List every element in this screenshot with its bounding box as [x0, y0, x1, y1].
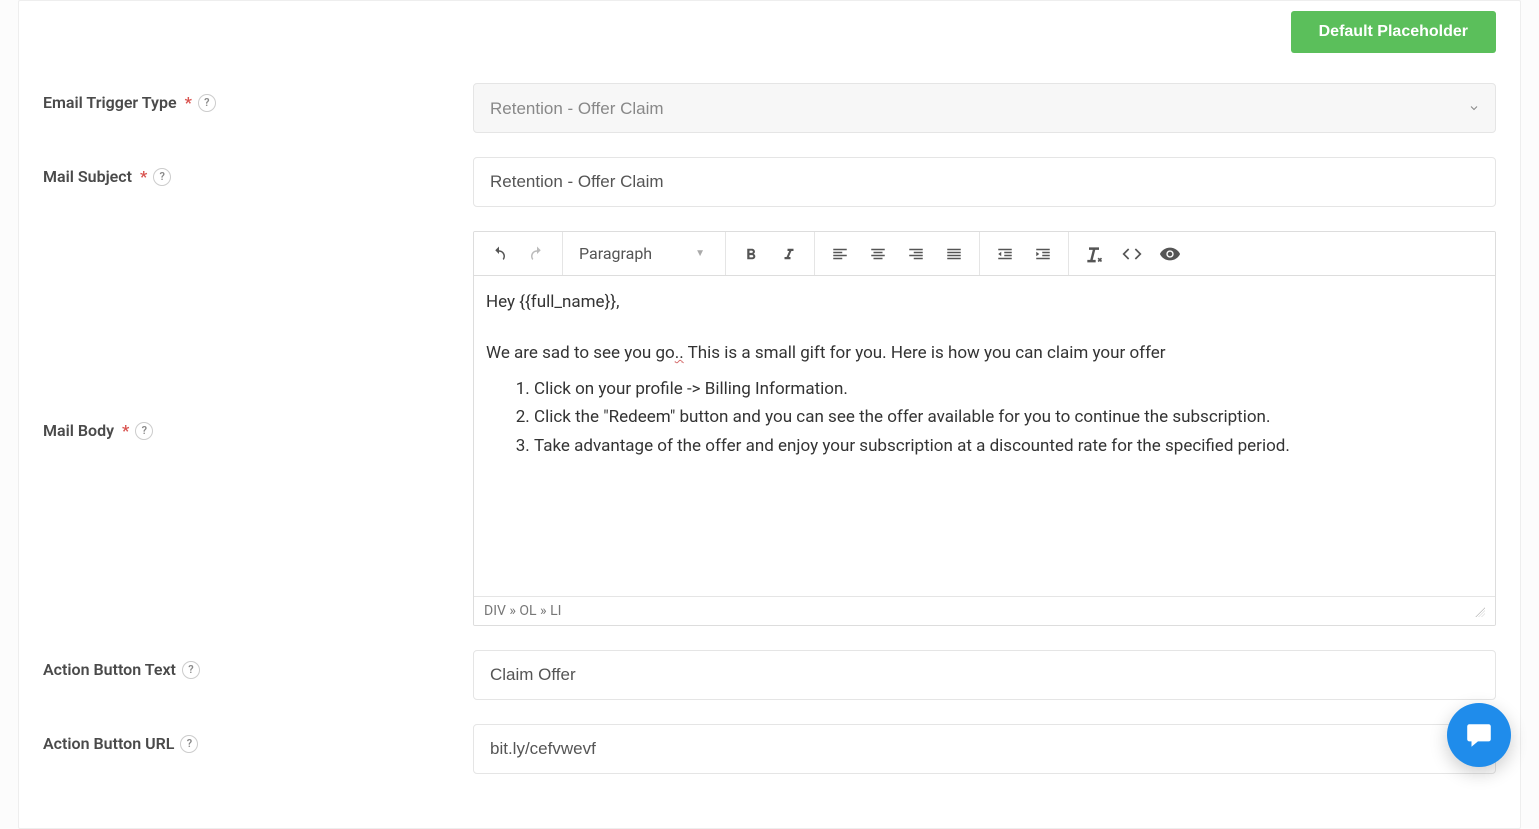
help-icon[interactable]: ?: [198, 94, 216, 112]
editor-toolbar: Paragraph ▼: [474, 232, 1495, 276]
mail-subject-label-text: Mail Subject: [43, 167, 132, 186]
resize-grip-icon[interactable]: [1473, 605, 1485, 617]
action-text-label-text: Action Button Text: [43, 660, 176, 679]
help-icon[interactable]: ?: [135, 422, 153, 440]
editor-intro: We are sad to see you go.. This is a sma…: [486, 341, 1483, 367]
help-icon[interactable]: ?: [153, 168, 171, 186]
list-item: Click the "Redeem" button and you can se…: [534, 405, 1483, 431]
trigger-type-label: Email Trigger Type * ?: [43, 83, 473, 112]
editor-greeting: Hey {{full_name}},: [486, 290, 1483, 316]
align-right-icon[interactable]: [897, 235, 935, 273]
action-text-input[interactable]: [473, 650, 1496, 700]
default-placeholder-button[interactable]: Default Placeholder: [1291, 11, 1496, 53]
editor-breadcrumb: DIV » OL » LI: [484, 603, 561, 619]
align-justify-icon[interactable]: [935, 235, 973, 273]
paragraph-format-label: Paragraph: [579, 244, 652, 263]
outdent-icon[interactable]: [986, 235, 1024, 273]
trigger-type-label-text: Email Trigger Type: [43, 93, 177, 112]
list-item: Take advantage of the offer and enjoy yo…: [534, 434, 1483, 460]
help-icon[interactable]: ?: [180, 735, 198, 753]
action-text-label: Action Button Text ?: [43, 650, 473, 679]
required-indicator: *: [122, 421, 129, 440]
list-item: Click on your profile -> Billing Informa…: [534, 377, 1483, 403]
align-center-icon[interactable]: [859, 235, 897, 273]
action-url-label: Action Button URL ?: [43, 724, 473, 753]
editor-content-area[interactable]: Hey {{full_name}}, We are sad to see you…: [474, 276, 1495, 596]
chat-launcher-button[interactable]: [1447, 703, 1511, 767]
trigger-type-select[interactable]: Retention - Offer Claim: [473, 83, 1496, 133]
redo-icon[interactable]: [518, 235, 556, 273]
mail-body-label-text: Mail Body: [43, 421, 114, 440]
code-view-icon[interactable]: [1113, 235, 1151, 273]
editor-steps-list: Click on your profile -> Billing Informa…: [486, 377, 1483, 460]
mail-subject-label: Mail Subject * ?: [43, 157, 473, 186]
paragraph-format-select[interactable]: Paragraph ▼: [569, 244, 719, 263]
caret-down-icon: ▼: [695, 248, 705, 259]
help-icon[interactable]: ?: [182, 661, 200, 679]
undo-icon[interactable]: [480, 235, 518, 273]
mail-subject-input[interactable]: [473, 157, 1496, 207]
chat-icon: [1464, 720, 1494, 750]
action-url-input[interactable]: [473, 724, 1496, 774]
clear-format-icon[interactable]: [1075, 235, 1113, 273]
preview-icon[interactable]: [1151, 235, 1189, 273]
rich-text-editor: Paragraph ▼: [473, 231, 1496, 626]
italic-icon[interactable]: [770, 235, 808, 273]
align-left-icon[interactable]: [821, 235, 859, 273]
indent-icon[interactable]: [1024, 235, 1062, 273]
bold-icon[interactable]: [732, 235, 770, 273]
required-indicator: *: [185, 93, 192, 112]
required-indicator: *: [140, 167, 147, 186]
mail-body-label: Mail Body * ?: [43, 231, 473, 440]
action-url-label-text: Action Button URL: [43, 734, 174, 753]
